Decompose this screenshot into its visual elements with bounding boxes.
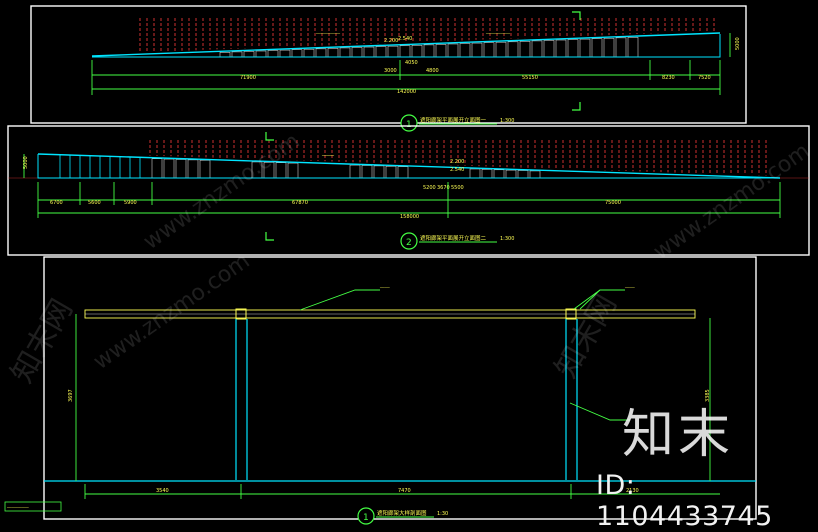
- section-marker-number: 1: [363, 513, 369, 523]
- elevation-2-marker-number: 2: [406, 238, 412, 248]
- section-title: 遮阳廊架大样剖面图: [377, 509, 427, 517]
- elevation-1-note: ──────────: [315, 31, 341, 36]
- elevation-2-sub-dim: 5500: [451, 185, 464, 191]
- elevation-2-height-dim: 5000: [23, 156, 29, 169]
- elevation-1-height-dim: 5000: [735, 37, 741, 50]
- elevation-1-dim-4: 7520: [698, 75, 711, 81]
- elevation-1-marker-number: 1: [406, 120, 412, 130]
- elevation-1-level-b: 2.540: [398, 36, 412, 42]
- section-dim-2: 7470: [398, 488, 411, 494]
- watermark-id: ID: 1104433745: [596, 470, 773, 532]
- elevation-2-level-b: 2.540: [450, 167, 464, 173]
- elevation-1-note: ──────────: [485, 31, 511, 36]
- elevation-2-dim-1: 6700: [50, 200, 63, 206]
- section-dim-1: 3540: [156, 488, 169, 494]
- section-note: ────: [379, 285, 390, 290]
- elevation-1-level-a: 2.200: [384, 38, 398, 44]
- elevation-1-sub-dim: 4050: [405, 60, 418, 66]
- elevation-2-total-dim: 158000: [400, 214, 419, 220]
- elevation-1-sub-dim: 3000: [384, 68, 397, 74]
- elevation-2-note: ────: [321, 153, 335, 159]
- elevation-2-dim-4: 67870: [292, 200, 308, 206]
- elevation-1-total-dim: 142000: [397, 89, 416, 95]
- corner-note: ─────────: [6, 505, 29, 510]
- elevation-2-sub-dim: 5200: [423, 185, 436, 191]
- elevation-1-scale: 1:300: [500, 118, 514, 124]
- elevation-2-title: 遮阳廊架平面展开立面图二: [420, 234, 487, 242]
- section-scale: 1:30: [437, 511, 448, 517]
- elevation-2-dim-2: 5600: [88, 200, 101, 206]
- elevation-2-dim-5: 75000: [605, 200, 621, 206]
- elevation-1-title: 遮阳廊架平面展开立面图一: [420, 116, 487, 124]
- elevation-2-level-a: 2.200: [450, 159, 464, 165]
- elevation-2-dim-3: 5900: [124, 200, 137, 206]
- elevation-1-dim-2: 55150: [522, 75, 538, 81]
- watermark-logo-text: 知末: [622, 405, 735, 465]
- section-left-height: 3697: [68, 389, 74, 402]
- elevation-1-dim-3: 8230: [662, 75, 675, 81]
- elevation-1-sub-dim: 4800: [426, 68, 439, 74]
- elevation-2-scale: 1:300: [500, 236, 514, 242]
- watermark-logo: 知末: [622, 392, 762, 465]
- section-note: ────: [624, 285, 635, 290]
- elevation-1-dim-1: 71900: [240, 75, 256, 81]
